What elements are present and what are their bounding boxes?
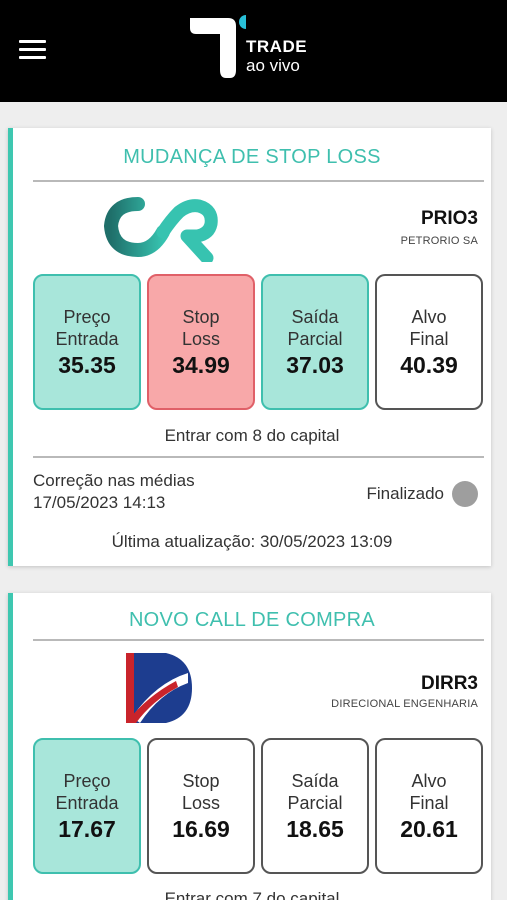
- divider: [33, 180, 484, 182]
- entry-price-box: Preço Entrada 17.67: [33, 738, 141, 874]
- stop-loss-box: Stop Loss 34.99: [147, 274, 255, 410]
- entry-price-box: Preço Entrada 35.35: [33, 274, 141, 410]
- direcional-logo-icon: [126, 653, 192, 723]
- company-name: DIRECIONAL ENGENHARIA: [331, 698, 478, 710]
- ticker-symbol: DIRR3: [420, 673, 478, 694]
- status-dot-icon: [452, 481, 478, 507]
- hamburger-menu-icon[interactable]: [19, 40, 46, 60]
- partial-exit-value: 37.03: [286, 352, 344, 378]
- brand-subtitle: ao vivo: [246, 56, 300, 75]
- capital-instruction: Entrar com 8 do capital: [164, 426, 340, 445]
- trade-card: NOVO CALL DE COMPRA DIRR3 DIRECIONAL ENG…: [8, 593, 491, 900]
- status-indicator: Finalizado: [366, 481, 478, 507]
- partial-exit-box: Saída Parcial 37.03: [261, 274, 369, 410]
- entry-price-value: 35.35: [58, 352, 116, 378]
- divider: [33, 456, 484, 458]
- app-logo: TRADE ao vivo: [186, 12, 326, 82]
- update-note-block: Correção nas médias 17/05/2023 14:13: [33, 470, 195, 514]
- final-target-value: 20.61: [400, 816, 458, 842]
- trade-card: MUDANÇA DE STOP LOSS PRIO3 PETRORIO SA P…: [8, 128, 491, 566]
- entry-price-value: 17.67: [58, 816, 116, 842]
- stop-loss-label: Stop Loss: [181, 771, 221, 813]
- company-name: PETRORIO SA: [400, 235, 478, 247]
- card-title: NOVO CALL DE COMPRA: [128, 609, 376, 631]
- stop-loss-value: 34.99: [172, 352, 230, 378]
- update-date: 17/05/2023 14:13: [33, 493, 166, 512]
- stop-loss-box: Stop Loss 16.69: [147, 738, 255, 874]
- final-target-label: Alvo Final: [409, 307, 449, 349]
- top-bar: TRADE ao vivo: [0, 0, 507, 102]
- update-note: Correção nas médias: [33, 471, 195, 490]
- trade-logo-mark-icon: [190, 15, 246, 78]
- final-target-value: 40.39: [400, 352, 458, 378]
- final-target-box: Alvo Final 20.61: [375, 738, 483, 874]
- final-target-label: Alvo Final: [409, 771, 449, 813]
- partial-exit-value: 18.65: [286, 816, 344, 842]
- partial-exit-label: Saída Parcial: [287, 771, 343, 813]
- partial-exit-box: Saída Parcial 18.65: [261, 738, 369, 874]
- status-label: Finalizado: [366, 484, 445, 503]
- divider: [33, 639, 484, 641]
- brand-name: TRADE: [246, 37, 308, 56]
- capital-instruction: Entrar com 7 do capital: [164, 889, 340, 900]
- entry-price-label: Preço Entrada: [55, 771, 119, 813]
- card-title: MUDANÇA DE STOP LOSS: [123, 146, 381, 168]
- petrorio-logo-icon: [103, 197, 218, 262]
- final-target-box: Alvo Final 40.39: [375, 274, 483, 410]
- ticker-symbol: PRIO3: [420, 208, 478, 229]
- stop-loss-label: Stop Loss: [181, 307, 221, 349]
- entry-price-label: Preço Entrada: [55, 307, 119, 349]
- stop-loss-value: 16.69: [172, 816, 230, 842]
- last-updated: Última atualização: 30/05/2023 13:09: [111, 532, 393, 551]
- partial-exit-label: Saída Parcial: [287, 307, 343, 349]
